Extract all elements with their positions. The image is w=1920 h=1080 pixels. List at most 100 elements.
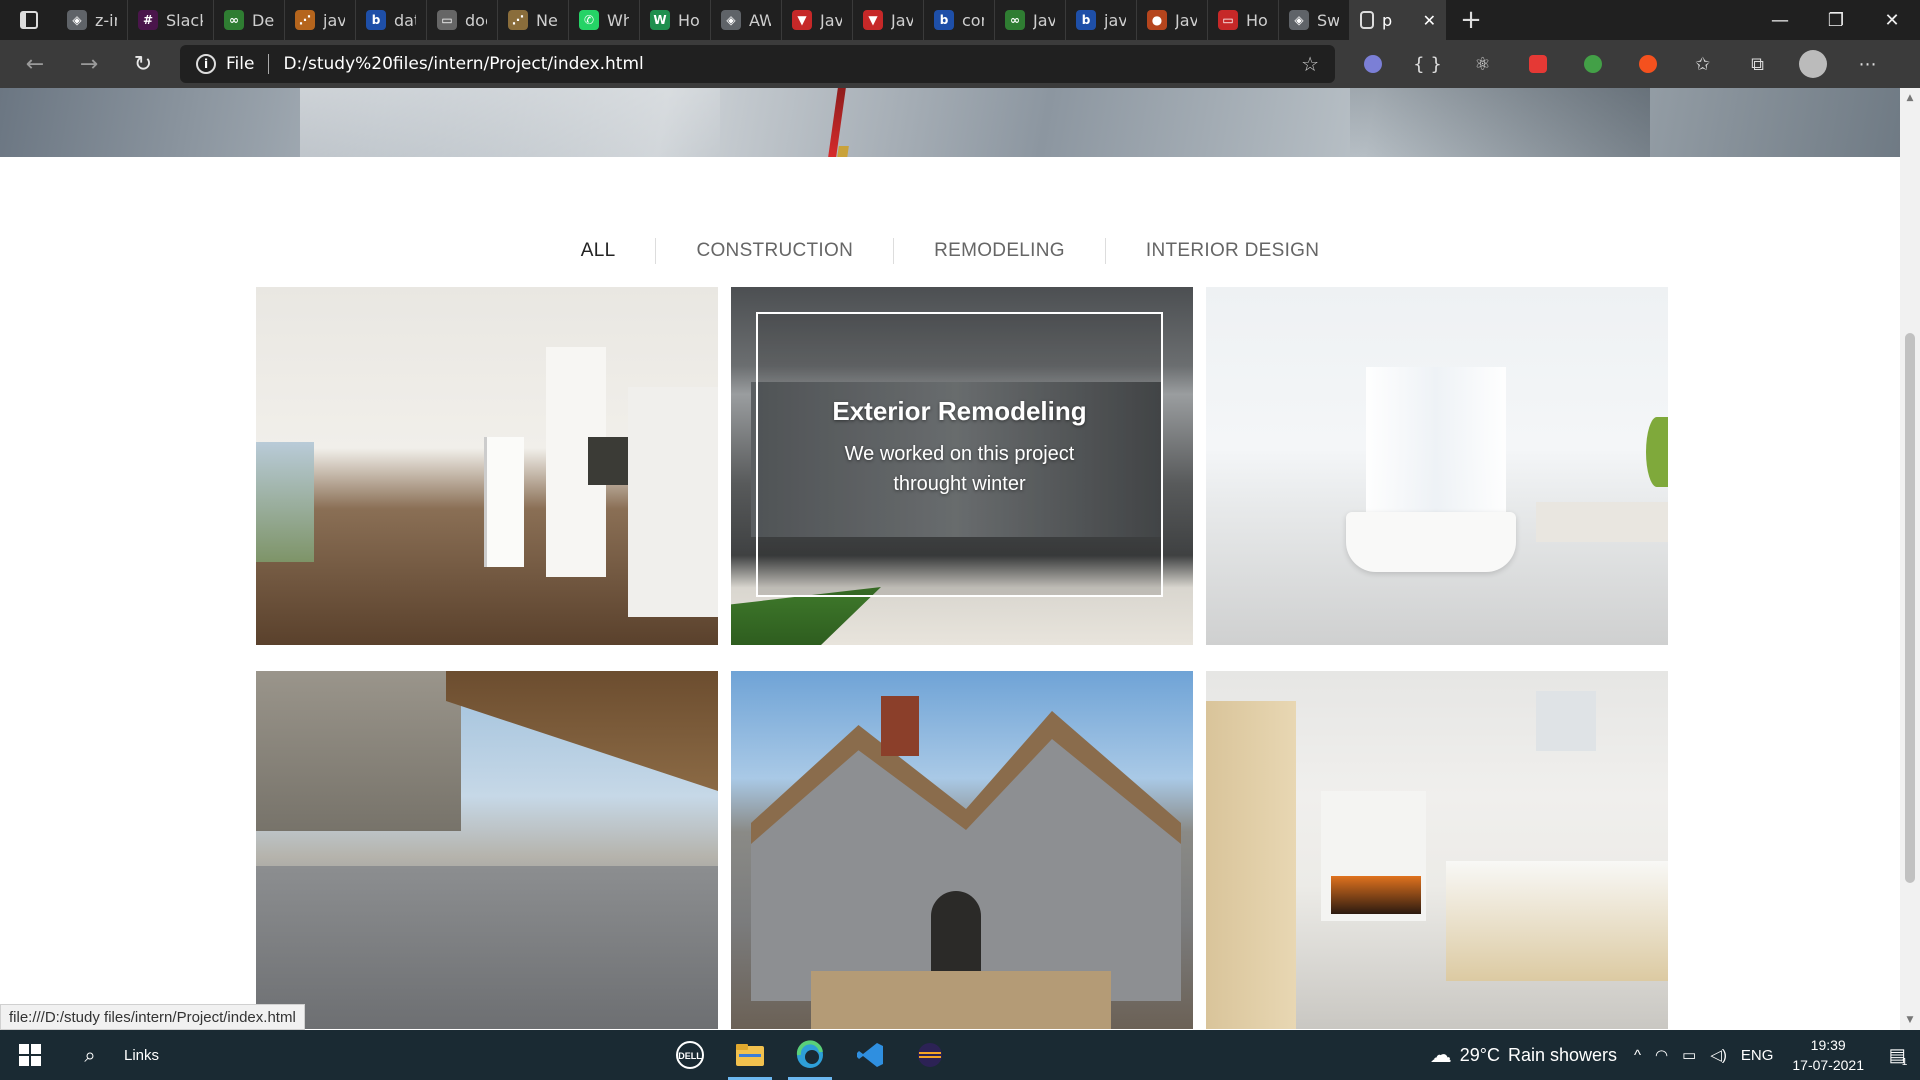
browser-tab[interactable]: ◈ z-ind xyxy=(57,0,128,40)
tab-active[interactable]: p ✕ xyxy=(1350,0,1446,40)
browser-tab[interactable]: ◈ AWT xyxy=(711,0,782,40)
tab-favicon-icon: b xyxy=(1076,10,1096,30)
collections-icon[interactable]: ⧉ xyxy=(1730,40,1785,88)
tab-favicon-icon: ✆ xyxy=(579,10,599,30)
browser-tab[interactable]: ✆ What xyxy=(569,0,640,40)
show-hidden-icons-chevron-icon[interactable]: ^ xyxy=(1627,1047,1648,1064)
browser-tab[interactable]: b data- xyxy=(356,0,427,40)
file-explorer-icon[interactable] xyxy=(720,1030,780,1080)
tab-favicon-icon: ∞ xyxy=(1005,10,1025,30)
filter-construction[interactable]: CONSTRUCTION xyxy=(656,240,893,262)
add-favorite-icon[interactable]: ☆ xyxy=(1301,52,1319,76)
filter-interior-design[interactable]: INTERIOR DESIGN xyxy=(1106,240,1359,262)
search-icon[interactable]: ⌕ xyxy=(60,1030,120,1080)
browser-tab[interactable]: ▼ Java xyxy=(782,0,853,40)
minimize-button[interactable]: — xyxy=(1752,0,1808,40)
settings-more-icon[interactable]: ⋯ xyxy=(1840,40,1895,88)
wifi-icon[interactable]: ◠ xyxy=(1648,1046,1675,1064)
address-url[interactable]: D:/study%20files/intern/Project/index.ht… xyxy=(283,54,643,74)
browser-tab[interactable]: bjava xyxy=(1066,0,1137,40)
tab-favicon-icon: ◈ xyxy=(721,10,741,30)
clock[interactable]: 19:39 17-07-2021 xyxy=(1780,1035,1876,1075)
favorites-icon[interactable]: ✩ xyxy=(1675,40,1730,88)
tab-label: How xyxy=(678,10,700,30)
tab-label: docu xyxy=(465,10,487,30)
extensions-bar: { } ⚛ ✩ ⧉ ⋯ xyxy=(1345,40,1895,88)
weather-cloud-icon: ☁ xyxy=(1429,1042,1452,1067)
close-window-button[interactable]: ✕ xyxy=(1864,0,1920,40)
modern-building-image xyxy=(256,671,718,1029)
gallery-card-exterior-remodeling[interactable]: Exterior Remodeling We worked on this pr… xyxy=(731,287,1193,645)
tab-label: How xyxy=(1246,10,1268,30)
tab-label: z-ind xyxy=(95,10,117,30)
links-toolbar[interactable]: Links xyxy=(124,1047,159,1064)
new-tab-button[interactable]: + xyxy=(1446,0,1496,40)
system-tray: ☁ 29°C Rain showers ^ ◠ ▭ ◁) ENG 19:39 1… xyxy=(1430,1030,1920,1080)
tab-favicon-icon: W xyxy=(650,10,670,30)
scroll-up-arrow-icon[interactable]: ▲ xyxy=(1900,90,1920,106)
notification-center-button[interactable]: ▤ 1 xyxy=(1876,1030,1920,1080)
browser-tab[interactable]: ▼ Java xyxy=(853,0,924,40)
reload-button[interactable]: ↻ xyxy=(116,40,170,88)
tab-actions-button[interactable] xyxy=(0,0,57,40)
browser-tab[interactable]: ▭ docu xyxy=(427,0,498,40)
volume-icon[interactable]: ◁) xyxy=(1703,1046,1734,1064)
gallery-card-house-construction[interactable] xyxy=(731,671,1193,1029)
scroll-down-arrow-icon[interactable]: ▼ xyxy=(1900,1012,1920,1028)
browser-tab[interactable]: ◈ Swing xyxy=(1279,0,1350,40)
browser-tab[interactable]: ⋰ javas xyxy=(285,0,356,40)
browser-tab[interactable]: ∞ Desig xyxy=(214,0,285,40)
edge-icon[interactable] xyxy=(780,1030,840,1080)
gallery-card-interior-room[interactable] xyxy=(256,287,718,645)
tab-close-icon[interactable]: ✕ xyxy=(1423,11,1436,30)
dell-icon[interactable]: DELL xyxy=(660,1030,720,1080)
extension-4-icon[interactable] xyxy=(1510,40,1565,88)
tab-favicon-icon: ◈ xyxy=(67,10,87,30)
tab-label: Java xyxy=(891,10,913,30)
notification-count: 1 xyxy=(1901,1056,1908,1068)
tab-favicon-icon: ▼ xyxy=(863,10,883,30)
battery-icon[interactable]: ▭ xyxy=(1675,1046,1703,1064)
extension-json-icon[interactable]: { } xyxy=(1400,40,1455,88)
browser-tab[interactable]: ▭ How xyxy=(1208,0,1279,40)
extension-5-icon[interactable] xyxy=(1565,40,1620,88)
browser-tab[interactable]: ∞ Java xyxy=(995,0,1066,40)
language-indicator[interactable]: ENG xyxy=(1734,1047,1781,1064)
back-button[interactable]: ← xyxy=(8,40,62,88)
eclipse-icon[interactable] xyxy=(900,1030,960,1080)
forward-button[interactable]: → xyxy=(62,40,116,88)
site-info-icon[interactable]: i xyxy=(196,54,216,74)
filter-remodeling[interactable]: REMODELING xyxy=(894,240,1105,262)
tab-label: Java xyxy=(1033,10,1055,30)
vscode-icon[interactable] xyxy=(840,1030,900,1080)
house-construction-image xyxy=(731,671,1193,1029)
gallery-card-modern-building[interactable] xyxy=(256,671,718,1029)
page-icon xyxy=(1360,11,1374,29)
address-bar[interactable]: i File D:/study%20files/intern/Project/i… xyxy=(180,45,1335,83)
weather-widget[interactable]: ☁ 29°C Rain showers xyxy=(1430,1042,1617,1068)
browser-tab[interactable]: ● Java xyxy=(1137,0,1208,40)
page-scrollbar[interactable]: ▲ ▼ xyxy=(1900,88,1920,1030)
react-devtools-icon[interactable]: ⚛ xyxy=(1455,40,1510,88)
browser-tab[interactable]: ⋰ Next xyxy=(498,0,569,40)
tab-strip: ◈ z-ind # Slack ∞ Desig ⋰ javas b data- ▭ docu ⋰ Next… xyxy=(57,0,1350,40)
tab-label: Desig xyxy=(252,10,274,30)
restore-button[interactable]: ❐ xyxy=(1808,0,1864,40)
browser-tab[interactable]: W How xyxy=(640,0,711,40)
extension-1-icon[interactable] xyxy=(1345,40,1400,88)
profile-avatar[interactable] xyxy=(1785,40,1840,88)
portfolio-filters: ALL CONSTRUCTION REMODELING INTERIOR DES… xyxy=(0,238,1900,264)
scrollbar-thumb[interactable] xyxy=(1905,333,1915,883)
gallery-card-kitchen[interactable] xyxy=(1206,671,1668,1029)
tab-actions-icon xyxy=(19,11,38,29)
filter-all[interactable]: ALL xyxy=(541,240,656,262)
browser-tab[interactable]: bconta xyxy=(924,0,995,40)
browser-toolbar: ← → ↻ i File D:/study%20files/intern/Pro… xyxy=(0,40,1920,88)
gallery-card-bathroom[interactable] xyxy=(1206,287,1668,645)
bathroom-image xyxy=(1206,287,1668,645)
weather-temp: 29°C xyxy=(1459,1044,1500,1065)
tab-favicon-icon: # xyxy=(138,10,158,30)
extension-6-icon[interactable] xyxy=(1620,40,1675,88)
start-button[interactable] xyxy=(0,1030,60,1080)
browser-tab[interactable]: # Slack xyxy=(128,0,214,40)
